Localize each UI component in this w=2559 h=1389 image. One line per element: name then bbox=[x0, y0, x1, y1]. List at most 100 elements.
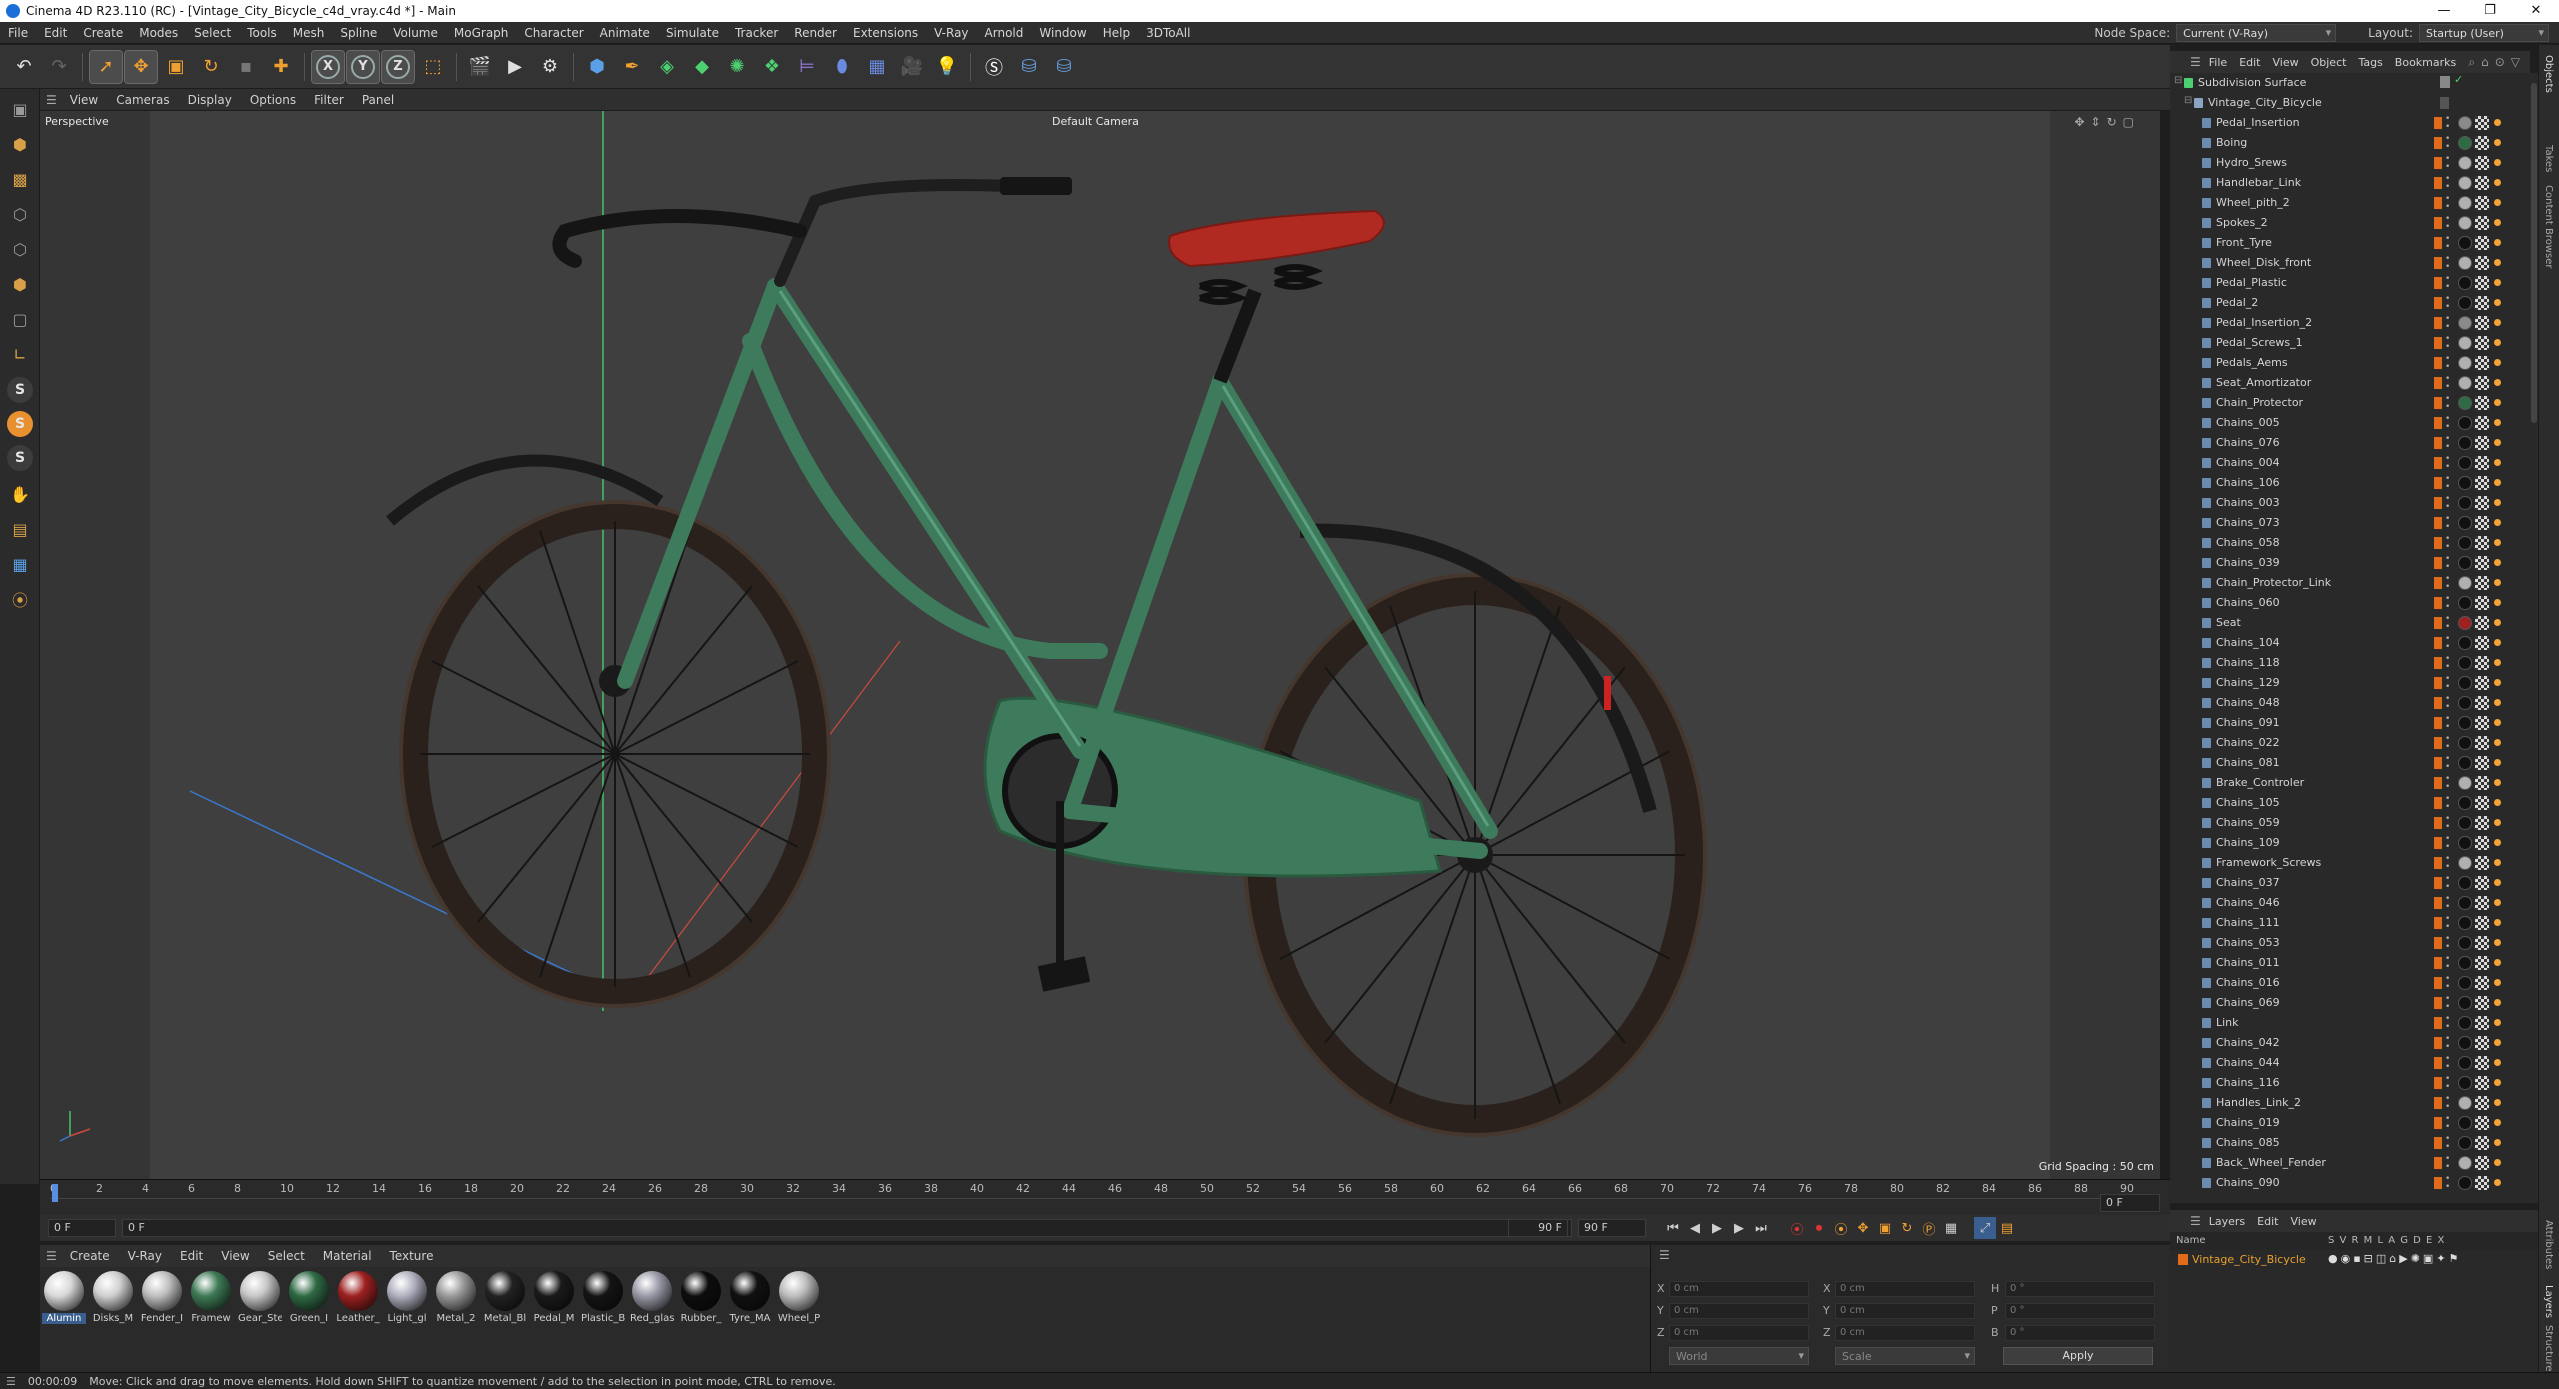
close-button[interactable]: ✕ bbox=[2513, 0, 2559, 22]
texture-tag-icon[interactable] bbox=[2475, 436, 2489, 450]
material-tag-icon[interactable] bbox=[2458, 876, 2472, 890]
tree-row-object[interactable]: Chains_053 • • bbox=[2170, 933, 2528, 953]
visibility-dots-icon[interactable]: • • bbox=[2445, 935, 2450, 952]
material-tag-icon[interactable] bbox=[2458, 1036, 2472, 1050]
rot-b-field[interactable]: 0 ° bbox=[2005, 1325, 2155, 1341]
texture-tag-icon[interactable] bbox=[2475, 116, 2489, 130]
tree-row-object[interactable]: Chains_016 • • bbox=[2170, 973, 2528, 993]
texture-tag-icon[interactable] bbox=[2475, 416, 2489, 430]
tree-row-object[interactable]: Chains_104 • • bbox=[2170, 633, 2528, 653]
tab-content-browser[interactable]: Content Browser bbox=[2543, 185, 2554, 268]
material-swatch[interactable]: Light_gl bbox=[387, 1271, 427, 1368]
vray-tag-icon[interactable] bbox=[2494, 519, 2501, 526]
menu-character[interactable]: Character bbox=[516, 26, 591, 40]
object-menu-object[interactable]: Object bbox=[2305, 56, 2353, 69]
playhead[interactable] bbox=[52, 1184, 58, 1202]
material-tag-icon[interactable] bbox=[2458, 1056, 2472, 1070]
vray-tag-icon[interactable] bbox=[2494, 939, 2501, 946]
tree-row-object[interactable]: Chains_111 • • bbox=[2170, 913, 2528, 933]
material-swatch[interactable]: Pedal_M bbox=[534, 1271, 574, 1368]
texture-tag-icon[interactable] bbox=[2475, 836, 2489, 850]
object-menu-edit[interactable]: Edit bbox=[2233, 56, 2266, 69]
workplane-button[interactable]: ▤ bbox=[5, 514, 35, 544]
tree-row-object[interactable]: Chains_106 • • bbox=[2170, 473, 2528, 493]
visibility-dots-icon[interactable]: • • bbox=[2445, 255, 2450, 272]
tree-row-object[interactable]: Boing • • bbox=[2170, 133, 2528, 153]
vray-tag-icon[interactable] bbox=[2494, 1139, 2501, 1146]
texture-tag-icon[interactable] bbox=[2475, 916, 2489, 930]
move-tool-button[interactable]: ✥ bbox=[124, 49, 158, 84]
layer-color-icon[interactable] bbox=[2434, 1177, 2442, 1189]
visibility-dots-icon[interactable]: • • bbox=[2445, 1135, 2450, 1152]
tree-row-object[interactable]: Chains_044 • • bbox=[2170, 1053, 2528, 1073]
texture-tag-icon[interactable] bbox=[2475, 356, 2489, 370]
tree-row-object[interactable]: Chains_022 • • bbox=[2170, 733, 2528, 753]
goto-end-button[interactable]: ⏭ bbox=[1750, 1217, 1772, 1239]
texture-tag-icon[interactable] bbox=[2475, 456, 2489, 470]
viewport-menu-display[interactable]: Display bbox=[179, 93, 241, 107]
vray-tag-icon[interactable] bbox=[2494, 919, 2501, 926]
layer-color-icon[interactable] bbox=[2434, 1057, 2442, 1069]
vray-tag-icon[interactable] bbox=[2494, 1039, 2501, 1046]
visibility-dots-icon[interactable]: • • bbox=[2445, 895, 2450, 912]
layer-color-icon[interactable] bbox=[2434, 657, 2442, 669]
tree-row-object[interactable]: Wheel_Disk_front • • bbox=[2170, 253, 2528, 273]
render-settings-button[interactable]: ⚙ bbox=[534, 51, 566, 83]
visibility-dots-icon[interactable]: • • bbox=[2445, 235, 2450, 252]
layer-color-icon[interactable] bbox=[2434, 1097, 2442, 1109]
layer-color-icon[interactable] bbox=[2434, 477, 2442, 489]
visibility-dots-icon[interactable]: • • bbox=[2445, 775, 2450, 792]
tree-row-object[interactable]: Chains_105 • • bbox=[2170, 793, 2528, 813]
material-tag-icon[interactable] bbox=[2458, 376, 2472, 390]
texture-tag-icon[interactable] bbox=[2475, 1136, 2489, 1150]
texture-tag-icon[interactable] bbox=[2475, 776, 2489, 790]
vray-tag-icon[interactable] bbox=[2494, 299, 2501, 306]
vray-tag-icon[interactable] bbox=[2494, 159, 2501, 166]
texture-tag-icon[interactable] bbox=[2475, 756, 2489, 770]
material-tag-icon[interactable] bbox=[2458, 936, 2472, 950]
perspective-viewport[interactable]: Perspective Default Camera ✥⇕↻▢ Grid Spa… bbox=[40, 111, 2160, 1179]
layer-color-icon[interactable] bbox=[2434, 617, 2442, 629]
layer-color-icon[interactable] bbox=[2434, 157, 2442, 169]
visibility-dots-icon[interactable]: • • bbox=[2445, 355, 2450, 372]
layer-color-icon[interactable] bbox=[2434, 857, 2442, 869]
tree-row-object[interactable]: Chains_059 • • bbox=[2170, 813, 2528, 833]
material-tag-icon[interactable] bbox=[2458, 476, 2472, 490]
visibility-dots-icon[interactable]: • • bbox=[2445, 515, 2450, 532]
material-tag-icon[interactable] bbox=[2458, 496, 2472, 510]
rotate-tool-button[interactable]: ↻ bbox=[195, 51, 227, 83]
tree-row-vintage-city-bicycle[interactable]: ⊟ Vintage_City_Bicycle bbox=[2170, 93, 2528, 113]
record-button[interactable]: ⦿ bbox=[1786, 1217, 1808, 1239]
layer-color-icon[interactable] bbox=[2434, 497, 2442, 509]
material-tag-icon[interactable] bbox=[2458, 1136, 2472, 1150]
texture-mode-button[interactable]: ▩ bbox=[5, 164, 35, 194]
visibility-dots-icon[interactable]: • • bbox=[2445, 715, 2450, 732]
material-tag-icon[interactable] bbox=[2458, 616, 2472, 630]
size-z-field[interactable]: 0 cm bbox=[1835, 1325, 1975, 1341]
material-tag-icon[interactable] bbox=[2458, 456, 2472, 470]
floor-button[interactable]: ▦ bbox=[861, 51, 893, 83]
timeline-ruler[interactable]: 0246810121416182022242628303234363840424… bbox=[40, 1179, 2170, 1215]
vray-tag-icon[interactable] bbox=[2494, 459, 2501, 466]
coordinates-menu-icon[interactable]: ☰ bbox=[1659, 1248, 1670, 1262]
texture-tag-icon[interactable] bbox=[2475, 236, 2489, 250]
visibility-dots-icon[interactable]: • • bbox=[2445, 435, 2450, 452]
material-tag-icon[interactable] bbox=[2458, 416, 2472, 430]
visibility-dots-icon[interactable]: • • bbox=[2445, 1095, 2450, 1112]
visibility-dots-icon[interactable]: • • bbox=[2445, 975, 2450, 992]
tab-layers[interactable]: Layers bbox=[2543, 1285, 2554, 1318]
layer-color-icon[interactable] bbox=[2434, 897, 2442, 909]
texture-tag-icon[interactable] bbox=[2475, 1116, 2489, 1130]
material-tag-icon[interactable] bbox=[2458, 776, 2472, 790]
snap-button[interactable]: S bbox=[7, 377, 33, 403]
object-tree-scrollbar[interactable] bbox=[2530, 73, 2538, 1203]
visibility-dots-icon[interactable]: • • bbox=[2445, 535, 2450, 552]
texture-tag-icon[interactable] bbox=[2475, 896, 2489, 910]
deformer-button[interactable]: ⊨ bbox=[791, 51, 823, 83]
tree-row-object[interactable]: Pedal_Screws_1 • • bbox=[2170, 333, 2528, 353]
layer-color-icon[interactable] bbox=[2434, 777, 2442, 789]
vray-tag-icon[interactable] bbox=[2494, 1059, 2501, 1066]
visibility-dots-icon[interactable]: • • bbox=[2445, 1075, 2450, 1092]
visibility-dots-icon[interactable]: • • bbox=[2445, 475, 2450, 492]
rot-h-field[interactable]: 0 ° bbox=[2005, 1281, 2155, 1297]
